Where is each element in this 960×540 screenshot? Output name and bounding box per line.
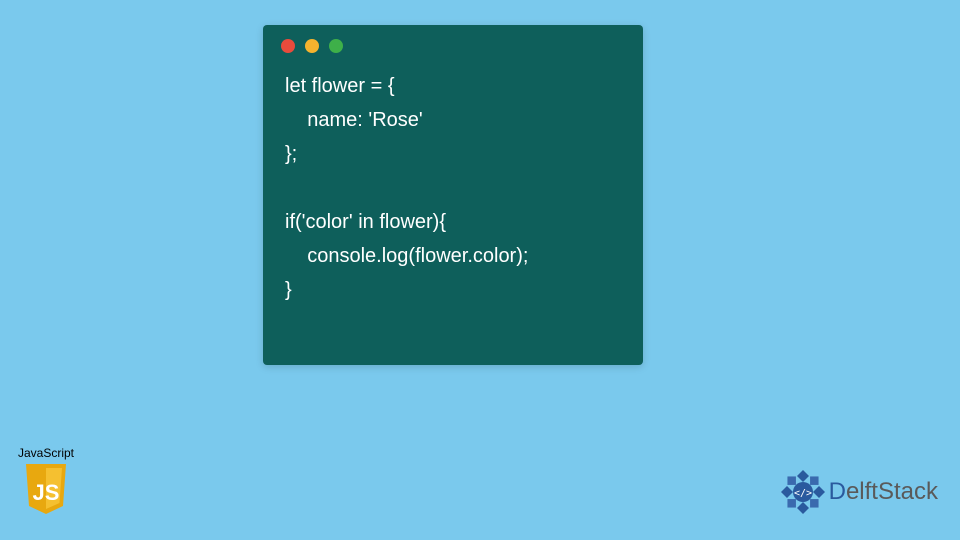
maximize-icon: [329, 39, 343, 53]
svg-text:</>: </>: [794, 488, 812, 499]
code-line: if('color' in flower){: [285, 211, 446, 233]
delftstack-emblem-icon: </>: [779, 468, 827, 516]
code-line: }: [285, 279, 292, 301]
code-line: console.log(flower.color);: [285, 245, 528, 267]
code-line: };: [285, 143, 297, 165]
javascript-label: JavaScript: [15, 446, 77, 460]
code-line: let flower = {: [285, 75, 395, 97]
code-snippet-window: let flower = { name: 'Rose' }; if('color…: [263, 25, 643, 365]
javascript-badge: JavaScript JS: [15, 446, 77, 516]
code-content: let flower = { name: 'Rose' }; if('color…: [263, 61, 643, 323]
js-shield-text: JS: [33, 480, 60, 505]
minimize-icon: [305, 39, 319, 53]
window-controls: [263, 25, 643, 61]
delftstack-text: DelftStack: [829, 478, 938, 506]
close-icon: [281, 39, 295, 53]
delftstack-text-d: D: [829, 478, 846, 506]
delftstack-logo: </> DelftStack: [779, 468, 938, 516]
delftstack-text-rest: elftStack: [846, 478, 938, 506]
javascript-shield-icon: JS: [22, 462, 70, 516]
code-line: name: 'Rose': [285, 109, 423, 131]
